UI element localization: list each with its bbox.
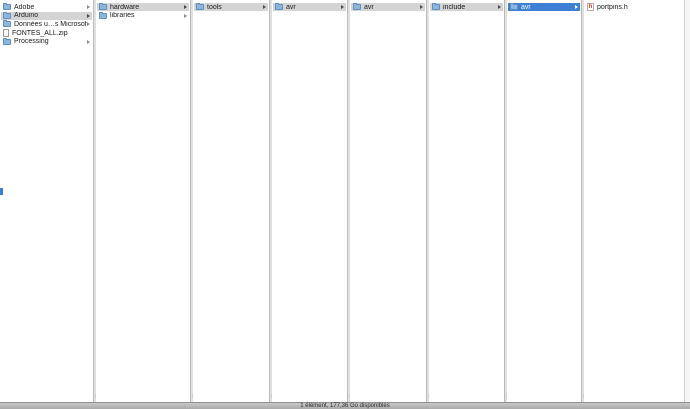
disclosure-arrow-icon	[263, 5, 266, 9]
disclosure-arrow-icon	[184, 13, 187, 18]
sidebar-resize-marker[interactable]	[0, 188, 3, 195]
disclosure-arrow-icon	[87, 39, 90, 44]
item-label: avr	[521, 3, 531, 11]
disclosure-arrow-icon	[184, 5, 187, 9]
browser-column-2[interactable]: hardware libraries	[96, 0, 190, 402]
header-file-icon: h	[587, 3, 594, 11]
item-label: avr	[286, 3, 296, 11]
list-item[interactable]: Processing	[1, 37, 92, 46]
folder-icon	[432, 3, 440, 10]
list-item[interactable]: libraries	[97, 11, 189, 20]
list-item[interactable]: Adobe	[1, 3, 92, 11]
folder-icon	[275, 3, 283, 10]
list-item[interactable]: hardware	[97, 3, 189, 11]
folder-icon	[99, 11, 107, 19]
disclosure-arrow-icon	[341, 5, 344, 9]
list-item[interactable]: avr	[273, 3, 346, 11]
item-label: FONTES_ALL.zip	[12, 29, 68, 37]
finder-column-browser: Adobe Arduino Données u…s Microsoft FONTES_…	[0, 0, 690, 402]
status-bar: 1 élément, 177,36 Go disponibles	[0, 402, 690, 409]
item-label: hardware	[110, 3, 140, 11]
disclosure-arrow-icon	[498, 5, 501, 9]
list-item[interactable]: FONTES_ALL.zip	[1, 29, 92, 38]
list-item[interactable]: avr	[351, 3, 425, 11]
browser-column-5[interactable]: avr	[350, 0, 426, 402]
browser-column-1[interactable]: Adobe Arduino Données u…s Microsoft FONTES_…	[0, 0, 93, 402]
list-item[interactable]: Données u…s Microsoft	[1, 20, 92, 28]
browser-column-4[interactable]: avr	[272, 0, 347, 402]
disclosure-arrow-icon	[575, 5, 578, 9]
browser-column-3[interactable]: tools	[193, 0, 269, 402]
disclosure-arrow-icon	[87, 5, 90, 9]
item-label: tools	[207, 3, 222, 11]
disclosure-arrow-icon	[87, 22, 90, 27]
browser-column-7[interactable]: avr	[507, 0, 581, 402]
disclosure-arrow-icon	[87, 13, 90, 18]
item-label: avr	[364, 3, 374, 11]
browser-column-6[interactable]: include	[429, 0, 504, 402]
item-label: libraries	[110, 12, 135, 20]
disclosure-arrow-icon	[420, 5, 423, 9]
document-icon	[3, 29, 9, 38]
folder-icon	[3, 37, 11, 45]
folder-icon	[3, 11, 11, 19]
folder-icon	[196, 3, 204, 10]
item-label: Adobe	[14, 3, 35, 11]
folder-icon	[353, 3, 361, 10]
list-item[interactable]: tools	[194, 3, 268, 11]
folder-icon	[3, 3, 11, 10]
browser-column-8[interactable]: h portpins.h	[584, 0, 684, 402]
item-label: portpins.h	[597, 3, 628, 11]
folder-icon	[3, 20, 11, 28]
list-item[interactable]: h portpins.h	[585, 3, 683, 11]
status-text: 1 élément, 177,36 Go disponibles	[300, 403, 390, 409]
vertical-scroll-track[interactable]	[684, 0, 690, 402]
folder-icon	[510, 3, 518, 10]
list-item[interactable]: Arduino	[1, 11, 92, 20]
list-item[interactable]: include	[430, 3, 503, 11]
folder-icon	[99, 3, 107, 10]
item-label: Processing	[14, 38, 49, 46]
item-label: Arduino	[14, 12, 39, 20]
item-label: include	[443, 3, 466, 11]
item-label: Données u…s Microsoft	[14, 20, 87, 28]
list-item[interactable]: avr	[508, 3, 580, 11]
